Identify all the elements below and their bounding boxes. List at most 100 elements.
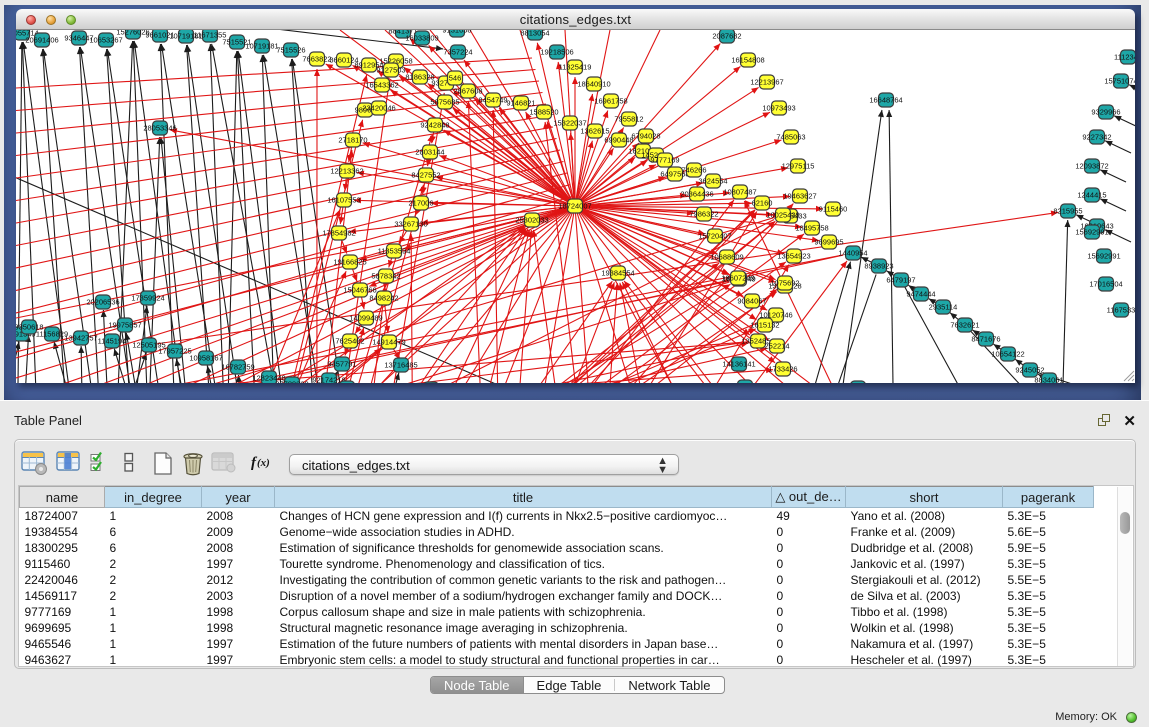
svg-text:8454749: 8454749 bbox=[478, 96, 507, 105]
svg-text:13654923: 13654923 bbox=[777, 252, 810, 261]
svg-text:14914479: 14914479 bbox=[372, 338, 405, 347]
svg-text:62160: 62160 bbox=[752, 199, 773, 208]
svg-text:16033809: 16033809 bbox=[405, 34, 438, 43]
svg-text:9131058: 9131058 bbox=[442, 30, 471, 35]
svg-text:8938923: 8938923 bbox=[864, 262, 893, 271]
svg-text:15751074: 15751074 bbox=[1104, 77, 1135, 86]
svg-text:5878342: 5878342 bbox=[371, 272, 400, 281]
svg-text:16154808: 16154808 bbox=[731, 56, 764, 65]
svg-text:12975115: 12975115 bbox=[782, 162, 815, 171]
svg-text:7986322: 7986322 bbox=[689, 210, 718, 219]
svg-text:9084067: 9084067 bbox=[737, 297, 766, 306]
svg-text:11325419: 11325419 bbox=[559, 63, 592, 72]
svg-text:9329966: 9329966 bbox=[1091, 108, 1120, 117]
svg-text:12093872: 12093872 bbox=[1075, 162, 1108, 171]
svg-text:13942757: 13942757 bbox=[64, 334, 97, 343]
svg-text:17016504: 17016504 bbox=[1089, 280, 1122, 289]
svg-text:18607249: 18607249 bbox=[721, 274, 754, 283]
svg-text:1733426: 1733426 bbox=[768, 365, 797, 374]
svg-text:7357224: 7357224 bbox=[443, 48, 472, 57]
svg-text:87789328: 87789328 bbox=[275, 380, 308, 384]
svg-text:9242848: 9242848 bbox=[420, 121, 449, 130]
svg-text:20691406: 20691406 bbox=[25, 36, 58, 45]
svg-text:8498242: 8498242 bbox=[369, 294, 398, 303]
svg-text:28053346: 28053346 bbox=[143, 124, 176, 133]
svg-text:1145194: 1145194 bbox=[98, 337, 127, 346]
svg-text:18495758: 18495758 bbox=[795, 224, 828, 233]
svg-text:1167533: 1167533 bbox=[1107, 306, 1135, 315]
svg-text:6794028: 6794028 bbox=[631, 132, 660, 141]
svg-text:10807487: 10807487 bbox=[723, 188, 756, 197]
svg-text:9474444: 9474444 bbox=[906, 290, 935, 299]
svg-text:10654122: 10654122 bbox=[991, 350, 1024, 359]
svg-text:11156829: 11156829 bbox=[36, 330, 68, 339]
svg-text:1588520: 1588520 bbox=[529, 108, 558, 117]
svg-text:10025433: 10025433 bbox=[766, 211, 799, 220]
svg-text:7515526: 7515526 bbox=[276, 46, 305, 55]
svg-text:8186328: 8186328 bbox=[405, 73, 434, 82]
svg-text:546: 546 bbox=[449, 74, 462, 83]
svg-text:1244415: 1244415 bbox=[1077, 191, 1106, 200]
svg-text:7485063: 7485063 bbox=[776, 133, 805, 142]
svg-text:2803144: 2803144 bbox=[415, 148, 444, 157]
svg-text:10719181: 10719181 bbox=[245, 42, 278, 51]
svg-text:7625402: 7625402 bbox=[335, 337, 364, 346]
svg-text:10973493: 10973493 bbox=[762, 104, 795, 113]
svg-text:25302033: 25302033 bbox=[515, 216, 548, 225]
svg-text:33267130: 33267130 bbox=[394, 220, 427, 229]
svg-text:2935114: 2935114 bbox=[929, 303, 958, 312]
svg-text:16648764: 16648764 bbox=[869, 96, 902, 105]
svg-text:16782759: 16782759 bbox=[221, 363, 254, 372]
svg-text:19384554: 19384554 bbox=[601, 269, 634, 278]
svg-text:1112345: 1112345 bbox=[1114, 53, 1135, 62]
svg-text:7663822: 7663822 bbox=[302, 55, 331, 64]
svg-text:2867608: 2867608 bbox=[453, 87, 482, 96]
svg-text:17854982: 17854982 bbox=[322, 229, 355, 238]
svg-text:252214: 252214 bbox=[764, 342, 789, 351]
svg-text:9699695: 9699695 bbox=[814, 238, 843, 247]
svg-text:79383470: 79383470 bbox=[728, 383, 761, 384]
svg-text:13716485: 13716485 bbox=[384, 361, 417, 370]
svg-text:6990448: 6990448 bbox=[604, 136, 633, 145]
svg-text:8427552: 8427552 bbox=[411, 171, 440, 180]
svg-text:12213362: 12213362 bbox=[330, 167, 363, 176]
svg-text:8471676: 8471676 bbox=[971, 335, 1000, 344]
svg-text:10958167: 10958167 bbox=[189, 354, 222, 363]
svg-text:5875685: 5875685 bbox=[430, 98, 459, 107]
svg-text:217006: 217006 bbox=[408, 199, 433, 208]
svg-text:9457791: 9457791 bbox=[327, 360, 356, 369]
svg-text:18724007: 18724007 bbox=[558, 202, 591, 211]
svg-text:3624554: 3624554 bbox=[698, 177, 727, 186]
svg-text:10688609: 10688609 bbox=[710, 253, 743, 262]
svg-text:1440954: 1440954 bbox=[838, 249, 867, 258]
svg-text:8813054: 8813054 bbox=[520, 30, 549, 38]
svg-text:16107553: 16107553 bbox=[327, 196, 360, 205]
svg-text:15692991: 15692991 bbox=[1087, 252, 1120, 261]
svg-text:9146821: 9146821 bbox=[506, 99, 535, 108]
svg-text:11353594: 11353594 bbox=[378, 247, 411, 256]
svg-text:1362615: 1362615 bbox=[580, 127, 609, 136]
svg-text:8834061: 8834061 bbox=[1034, 376, 1063, 384]
svg-text:23420046: 23420046 bbox=[362, 104, 395, 113]
svg-text:9245052: 9245052 bbox=[1015, 366, 1044, 375]
svg-text:18640910: 18640910 bbox=[577, 80, 610, 89]
svg-text:14136141: 14136141 bbox=[722, 360, 755, 369]
svg-text:9227342: 9227342 bbox=[1082, 133, 1111, 142]
svg-text:1615132: 1615132 bbox=[750, 321, 779, 330]
svg-text:19975857: 19975857 bbox=[108, 321, 141, 330]
svg-text:19218506: 19218506 bbox=[540, 48, 573, 57]
svg-text:16961758: 16961758 bbox=[594, 97, 627, 106]
svg-text:(x): (x) bbox=[257, 457, 270, 469]
svg-text:17359924: 17359924 bbox=[131, 294, 164, 303]
svg-text:17957225: 17957225 bbox=[158, 347, 191, 356]
svg-text:8215955: 8215955 bbox=[1053, 207, 1082, 216]
svg-text:15720407: 15720407 bbox=[698, 232, 731, 241]
svg-text:9777169: 9777169 bbox=[650, 156, 679, 165]
svg-text:7632621: 7632621 bbox=[950, 321, 979, 330]
svg-text:14099489: 14099489 bbox=[349, 314, 382, 323]
svg-text:20364436: 20364436 bbox=[680, 190, 713, 199]
svg-text:2087682: 2087682 bbox=[712, 32, 741, 41]
svg-text:9127503: 9127503 bbox=[376, 66, 405, 75]
svg-text:19463627: 19463627 bbox=[783, 192, 816, 201]
svg-text:7955812: 7955812 bbox=[614, 115, 643, 124]
